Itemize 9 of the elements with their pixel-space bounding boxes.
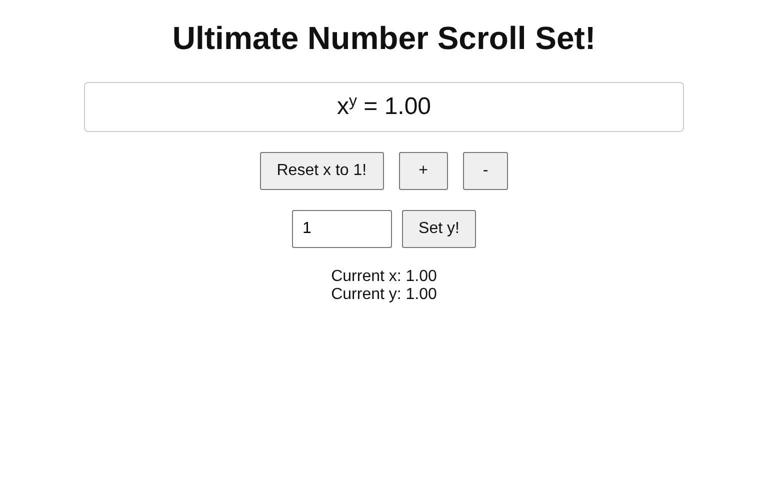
y-input-field[interactable]: 1 — [292, 210, 392, 248]
formula-display: x$^{y}$ = 1.00 — [84, 82, 684, 132]
readout-text: Current x: 1.00 — [331, 268, 437, 286]
decrement-button[interactable]: - — [462, 152, 508, 190]
readout-text: Current y: 1.00 — [331, 286, 437, 304]
increment-button[interactable]: + — [398, 152, 448, 190]
page-title: Ultimate Number Scroll Set! — [172, 19, 596, 58]
reset-button[interactable]: Reset x to 1! — [260, 152, 384, 190]
set-y-button[interactable]: Set y! — [402, 210, 476, 248]
